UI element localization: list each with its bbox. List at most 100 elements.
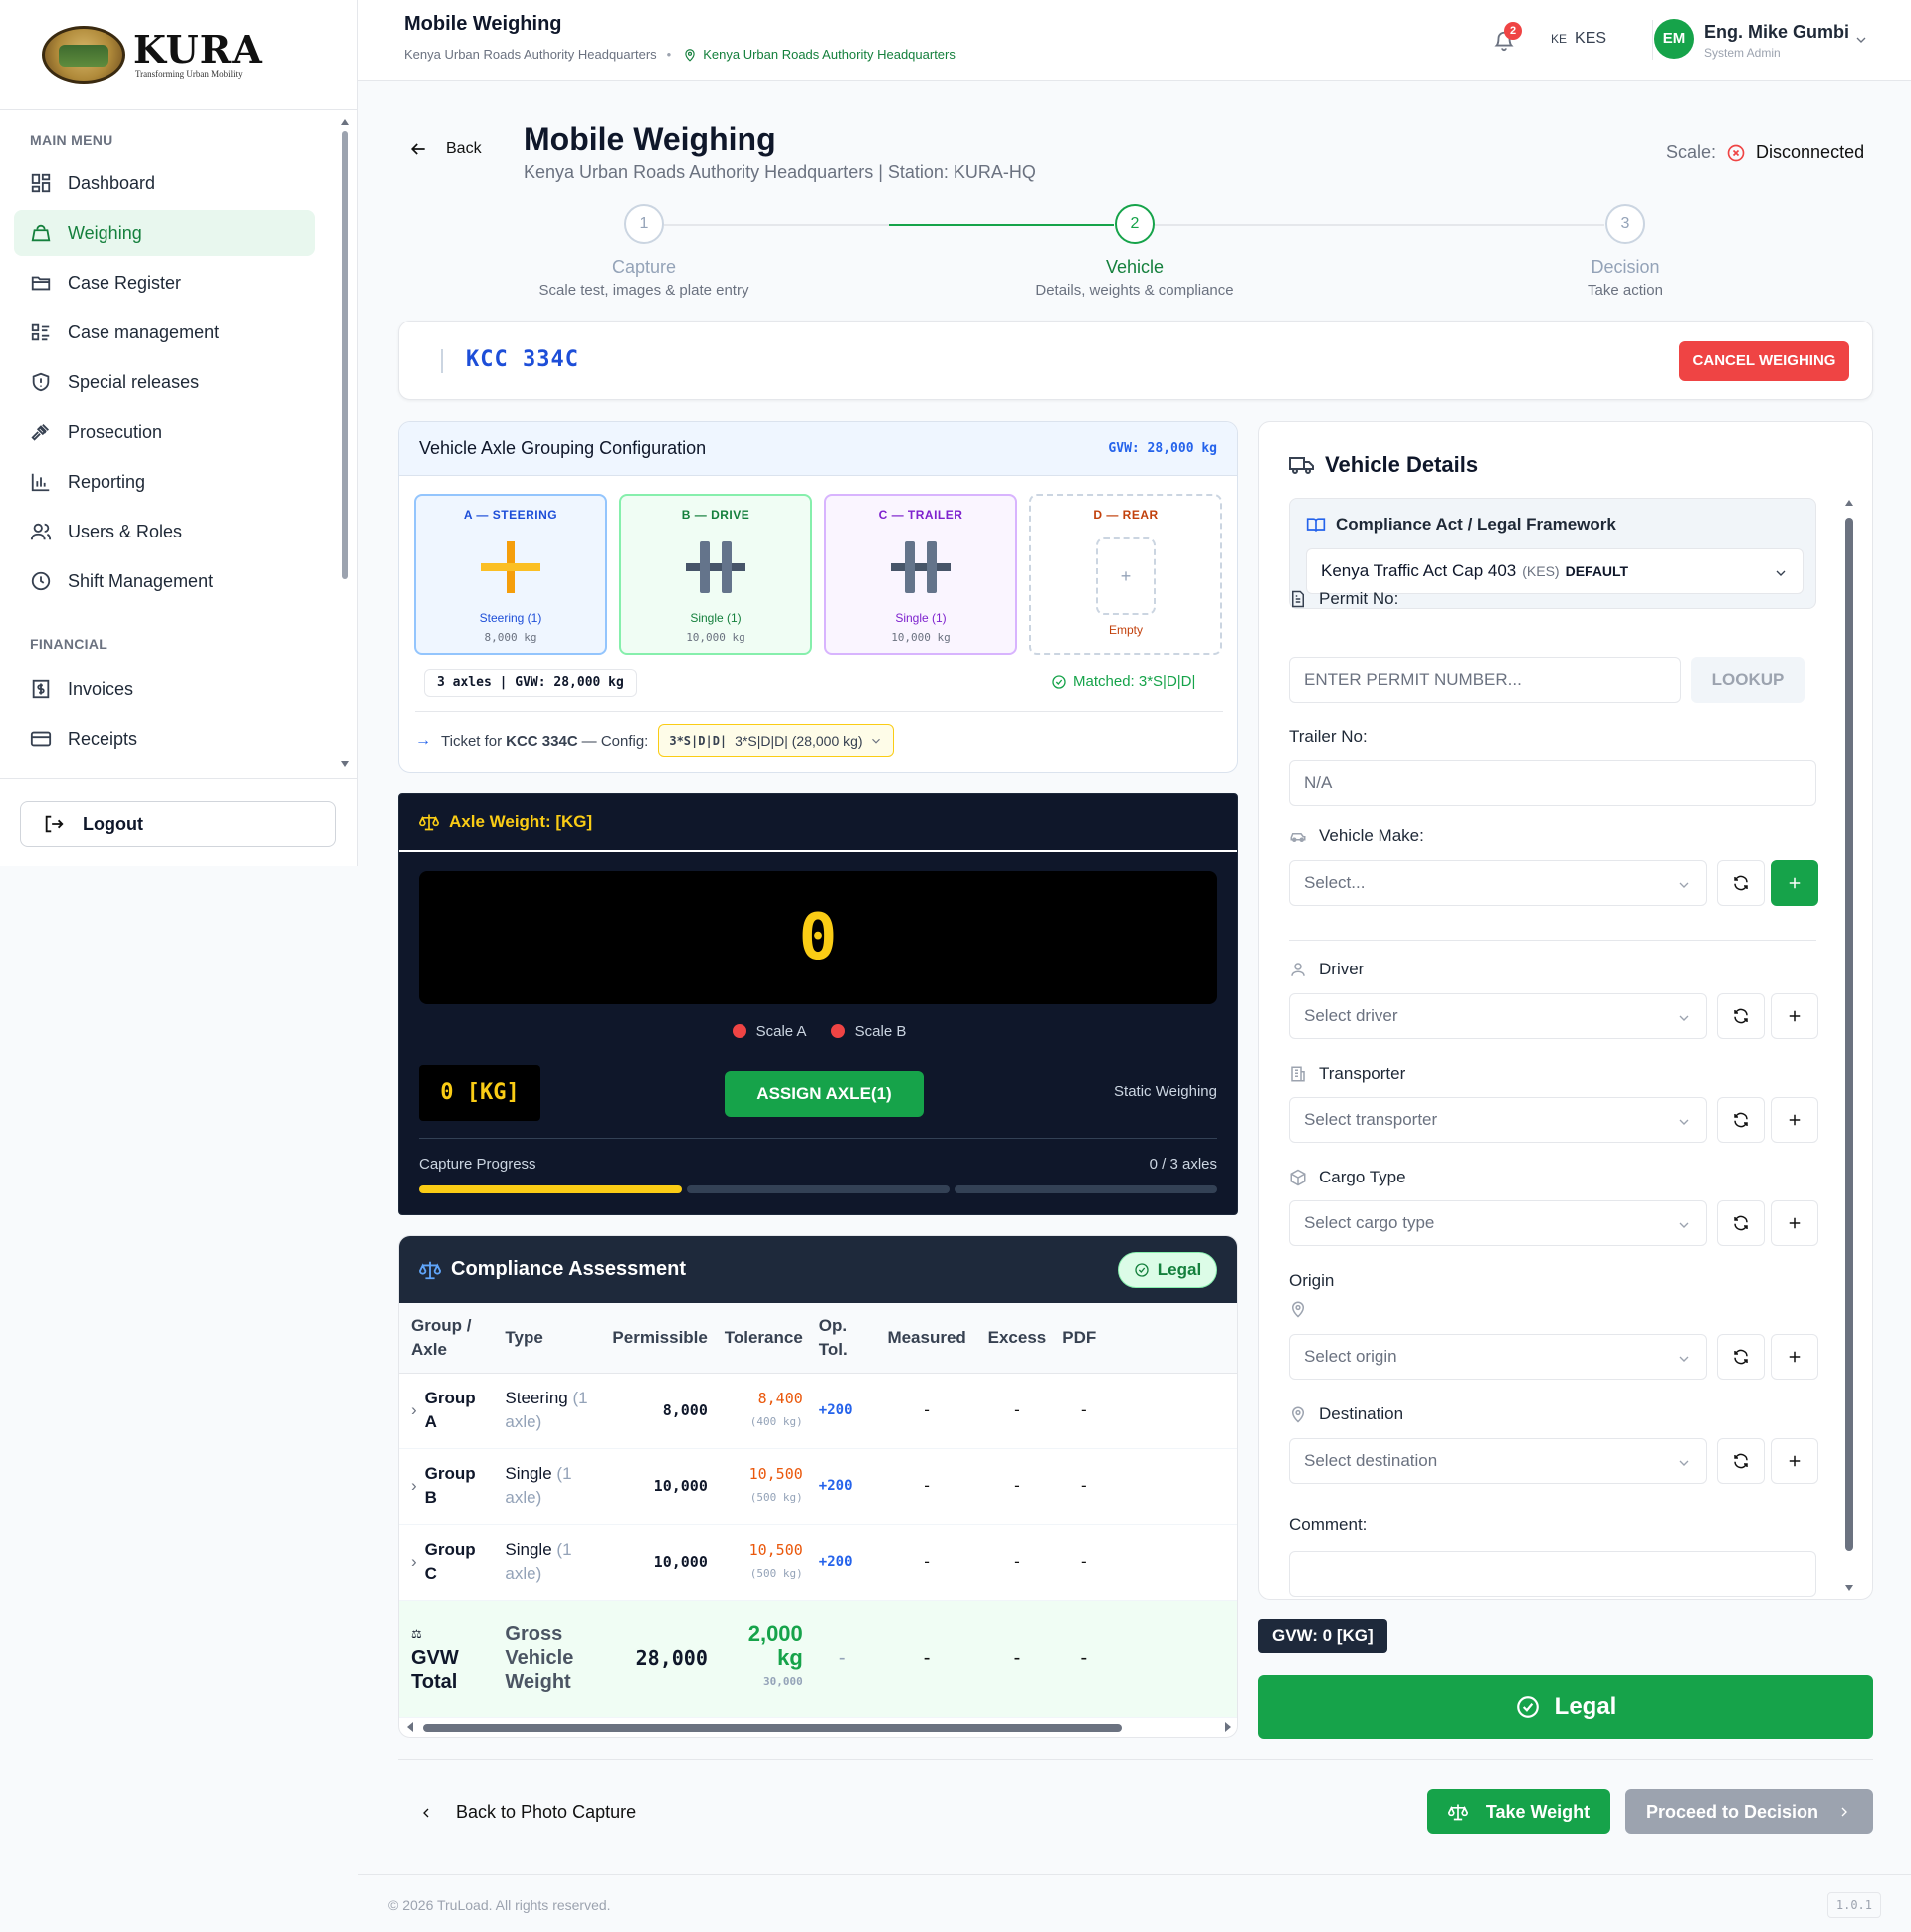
refresh-cargo-button[interactable] bbox=[1717, 1200, 1765, 1246]
step-3-circle[interactable]: 3 bbox=[1605, 204, 1645, 244]
assign-axle-button[interactable]: ASSIGN AXLE(1) bbox=[725, 1071, 924, 1117]
config-select[interactable]: 3*S|D|D| 3*S|D|D| (28,000 kg) bbox=[658, 724, 894, 757]
group-cell[interactable]: › Group C bbox=[399, 1524, 498, 1601]
step-1-circle[interactable]: 1 bbox=[624, 204, 664, 244]
axle-config-header: Vehicle Axle Grouping Configuration GVW:… bbox=[399, 422, 1237, 476]
axle-group-a[interactable]: A — STEERING Steering (1) 8,000 kg bbox=[414, 494, 607, 655]
package-icon bbox=[1290, 1169, 1306, 1186]
add-destination-button[interactable] bbox=[1771, 1438, 1818, 1484]
refresh-driver-button[interactable] bbox=[1717, 993, 1765, 1039]
user-name[interactable]: Eng. Mike Gumbi bbox=[1704, 22, 1849, 43]
back-button[interactable]: Back bbox=[408, 139, 482, 159]
take-weight-button[interactable]: Take Weight bbox=[1427, 1789, 1610, 1834]
topbar-org: Kenya Urban Roads Authority Headquarters bbox=[404, 47, 657, 62]
field-label: Destination bbox=[1319, 1404, 1404, 1423]
type-label: Steering bbox=[505, 1389, 568, 1407]
measured-cell: - bbox=[873, 1373, 980, 1449]
add-axle-slot[interactable]: + bbox=[1096, 537, 1156, 615]
table-row[interactable]: › Group C Single (1 axle) 10,000 10,500 (5… bbox=[399, 1524, 1237, 1601]
legal-status-button[interactable]: Legal bbox=[1258, 1675, 1873, 1739]
add-transporter-button[interactable] bbox=[1771, 1097, 1818, 1143]
add-cargo-button[interactable] bbox=[1771, 1200, 1818, 1246]
add-make-button[interactable] bbox=[1771, 860, 1818, 906]
proceed-to-decision-button[interactable]: Proceed to Decision bbox=[1625, 1789, 1873, 1834]
sidebar-item-shift-management[interactable]: Shift Management bbox=[14, 558, 315, 604]
currency-selector[interactable]: KE KES bbox=[1551, 30, 1606, 48]
add-driver-button[interactable] bbox=[1771, 993, 1818, 1039]
table-row[interactable]: › Group B Single (1 axle) 10,000 10,500 (5… bbox=[399, 1448, 1237, 1525]
chevron-down-icon[interactable] bbox=[1853, 32, 1869, 48]
chevron-right-icon[interactable]: › bbox=[411, 1550, 417, 1574]
legal-framework-select[interactable]: Kenya Traffic Act Cap 403 (KES) DEFAULT bbox=[1306, 548, 1804, 594]
chevron-down-icon bbox=[1776, 570, 1786, 576]
step-connector bbox=[1155, 224, 1604, 226]
vehicle-details-scroll-thumb[interactable] bbox=[1845, 518, 1853, 1551]
chevron-right-icon[interactable]: › bbox=[411, 1398, 417, 1422]
config-matched: Matched: 3*S|D|D| bbox=[1051, 673, 1195, 690]
weighing-mode: Static Weighing bbox=[1114, 1083, 1217, 1100]
step-2-circle[interactable]: 2 bbox=[1115, 204, 1155, 244]
sidebar-item-case-management[interactable]: Case management bbox=[14, 310, 315, 355]
chevron-down-icon bbox=[1679, 1356, 1689, 1362]
excess-cell: - bbox=[979, 1448, 1055, 1525]
vehicle-make-select[interactable]: Select... bbox=[1289, 860, 1707, 906]
table-row[interactable]: › Group A Steering (1 axle) 8,000 8,400 (4… bbox=[399, 1373, 1237, 1449]
topbar-location[interactable]: Kenya Urban Roads Authority Headquarters bbox=[683, 47, 956, 62]
steering-axle-icon bbox=[481, 541, 540, 593]
sidebar-item-prosecution[interactable]: Prosecution bbox=[14, 409, 315, 455]
driver-select[interactable]: Select driver bbox=[1289, 993, 1707, 1039]
brand-logo[interactable]: KURA Transforming Urban Mobility bbox=[0, 0, 357, 110]
group-cell[interactable]: › Group B bbox=[399, 1448, 498, 1525]
status-dot-icon bbox=[830, 1024, 845, 1038]
logout-label: Logout bbox=[83, 813, 143, 834]
select-placeholder: Select destination bbox=[1304, 1451, 1438, 1470]
axle-group-name: Steering (1) bbox=[479, 611, 542, 625]
horizontal-scroll-thumb[interactable] bbox=[423, 1724, 1122, 1732]
refresh-transporter-button[interactable] bbox=[1717, 1097, 1765, 1143]
destination-select[interactable]: Select destination bbox=[1289, 1438, 1707, 1484]
permit-input[interactable]: ENTER PERMIT NUMBER... bbox=[1289, 657, 1681, 703]
lookup-button[interactable]: LOOKUP bbox=[1691, 657, 1805, 703]
permissible-cell: 28,000 bbox=[604, 1600, 716, 1718]
back-to-photo-button[interactable]: Back to Photo Capture bbox=[418, 1802, 636, 1823]
refresh-make-button[interactable] bbox=[1717, 860, 1765, 906]
logout-button[interactable]: Logout bbox=[20, 801, 336, 847]
origin-select[interactable]: Select origin bbox=[1289, 1334, 1707, 1380]
trailer-input[interactable]: N/A bbox=[1289, 760, 1816, 806]
status-badge: Legal bbox=[1118, 1252, 1217, 1288]
plate-number: KCC 334C bbox=[466, 347, 579, 372]
comment-input[interactable] bbox=[1289, 1551, 1816, 1597]
transporter-select[interactable]: Select transporter bbox=[1289, 1097, 1707, 1143]
axle-group-c[interactable]: C — TRAILER Single (1) 10,000 kg bbox=[824, 494, 1017, 655]
sidebar-item-receipts[interactable]: Receipts bbox=[14, 716, 315, 761]
group-cell[interactable]: › Group A bbox=[399, 1373, 498, 1449]
axle-group-d[interactable]: D — REAR + Empty bbox=[1029, 494, 1222, 655]
add-origin-button[interactable] bbox=[1771, 1334, 1818, 1380]
sidebar-item-special-releases[interactable]: Special releases bbox=[14, 359, 315, 405]
column-header-extra bbox=[1113, 1303, 1237, 1374]
step-3-label: Decision Take action bbox=[1476, 257, 1775, 299]
sidebar-item-dashboard[interactable]: Dashboard bbox=[14, 160, 315, 206]
sidebar-menu: MAIN MENU Dashboard Weighing Case Regist… bbox=[0, 110, 348, 777]
cancel-weighing-button[interactable]: CANCEL WEIGHING bbox=[1679, 341, 1849, 381]
sidebar-item-invoices[interactable]: Invoices bbox=[14, 666, 315, 712]
avatar[interactable]: EM bbox=[1654, 19, 1694, 59]
tolerance-cell: 2,000 kg 30,000 bbox=[715, 1600, 811, 1718]
sidebar-item-case-register[interactable]: Case Register bbox=[14, 260, 315, 306]
sidebar-scroll-thumb[interactable] bbox=[342, 131, 348, 579]
cargo-select[interactable]: Select cargo type bbox=[1289, 1200, 1707, 1246]
sidebar-item-weighing[interactable]: Weighing bbox=[14, 210, 315, 256]
refresh-origin-button[interactable] bbox=[1717, 1334, 1765, 1380]
axle-group-b[interactable]: B — DRIVE Single (1) 10,000 kg bbox=[619, 494, 812, 655]
compliance-table: Group / Axle Type Permissible Tolerance … bbox=[399, 1303, 1237, 1718]
back-label: Back bbox=[446, 140, 482, 157]
transporter-label: Transporter bbox=[1289, 1064, 1405, 1084]
chevron-right-icon[interactable]: › bbox=[411, 1474, 417, 1498]
sidebar-item-users-roles[interactable]: Users & Roles bbox=[14, 509, 315, 554]
tolerance-value: 10,500 bbox=[748, 1541, 803, 1559]
tolerance-cell: 10,500 (500 kg) bbox=[715, 1524, 811, 1601]
sidebar-item-reporting[interactable]: Reporting bbox=[14, 459, 315, 505]
currency-code: KES bbox=[1575, 30, 1607, 47]
refresh-destination-button[interactable] bbox=[1717, 1438, 1765, 1484]
chevron-down-icon bbox=[871, 738, 880, 744]
